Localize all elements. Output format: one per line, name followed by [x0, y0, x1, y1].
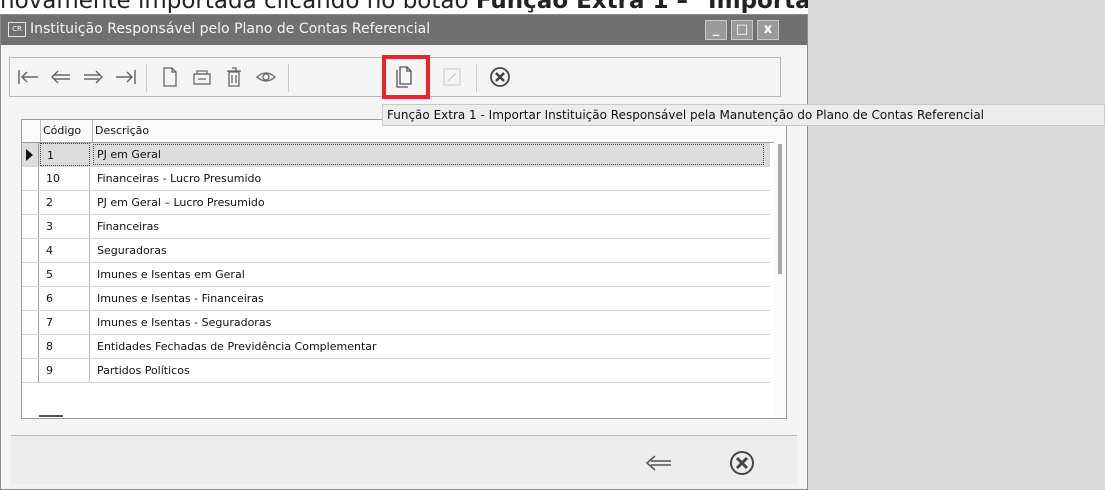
cell-descricao[interactable]: Seguradoras [92, 239, 167, 262]
background-area [808, 0, 1105, 490]
cell-descricao[interactable]: Imunes e Isentas - Financeiras [92, 287, 264, 310]
delete-button[interactable] [220, 64, 248, 90]
app-icon: CR [8, 22, 26, 37]
cell-codigo[interactable]: 7 [40, 311, 90, 334]
row-indicator[interactable] [22, 191, 39, 214]
cell-codigo[interactable]: 9 [40, 359, 90, 382]
table-row[interactable]: 9 Partidos Políticos [22, 359, 770, 383]
title-bar[interactable]: CR Instituição Responsável pelo Plano de… [1, 15, 807, 45]
bottom-bar [11, 435, 797, 484]
cell-descricao[interactable]: Entidades Fechadas de Previdência Comple… [92, 335, 377, 358]
table-row[interactable]: 1 PJ em Geral [22, 143, 770, 167]
minimize-button[interactable]: _ [705, 20, 727, 40]
dash-indicator [39, 415, 63, 417]
background-text-prefix: novamente importada clicando no botão [0, 0, 476, 14]
row-indicator[interactable] [22, 239, 39, 262]
previous-record-button[interactable] [46, 64, 74, 90]
background-document-text: novamente importada clicando no botão Fu… [0, 0, 812, 14]
records-grid[interactable]: Código Descrição 1 PJ em Geral 10 Financeir… [21, 119, 787, 419]
cell-descricao[interactable]: Financeiras - Lucro Presumido [92, 167, 261, 190]
background-text-bold: Função Extra 1 – "Importar Instit [475, 0, 812, 14]
row-indicator[interactable] [22, 311, 39, 334]
trash-icon [227, 67, 241, 87]
back-button[interactable] [641, 448, 675, 478]
tooltip: Função Extra 1 - Importar Instituição Re… [382, 104, 1105, 126]
table-row[interactable]: 10 Financeiras - Lucro Presumido [22, 167, 770, 191]
next-record-button[interactable] [80, 64, 108, 90]
eye-icon [256, 72, 276, 82]
row-indicator[interactable] [22, 143, 39, 166]
cell-codigo[interactable]: 6 [40, 287, 90, 310]
last-icon [116, 70, 136, 84]
cell-codigo[interactable]: 2 [40, 191, 90, 214]
maximize-button[interactable]: □ [731, 20, 753, 40]
last-record-button[interactable] [112, 64, 140, 90]
new-button[interactable] [156, 64, 184, 90]
first-icon [18, 70, 38, 84]
table-row[interactable]: 8 Entidades Fechadas de Previdência Compl… [22, 335, 770, 359]
arrow-left-icon [51, 70, 70, 84]
row-indicator[interactable] [22, 359, 39, 382]
toolbar [9, 55, 781, 99]
first-record-button[interactable] [14, 64, 42, 90]
cell-descricao[interactable]: Imunes e Isentas - Seguradoras [92, 311, 271, 334]
row-indicator[interactable] [22, 287, 39, 310]
close-window-button[interactable]: x [757, 20, 779, 40]
table-row[interactable]: 4 Seguradoras [22, 239, 770, 263]
arrow-right-icon [84, 70, 103, 84]
dialog-window: CR Instituição Responsável pelo Plano de… [0, 14, 808, 490]
cell-descricao[interactable]: PJ em Geral [92, 143, 765, 166]
cancel-icon [490, 67, 510, 87]
cell-descricao[interactable]: Imunes e Isentas em Geral [92, 263, 245, 286]
cell-codigo[interactable]: 10 [40, 167, 90, 190]
current-row-arrow-icon [26, 149, 33, 161]
highlight-box [382, 55, 430, 99]
cell-descricao[interactable]: Partidos Políticos [92, 359, 190, 382]
cell-descricao[interactable]: PJ em Geral – Lucro Presumido [92, 191, 265, 214]
cell-codigo[interactable]: 4 [40, 239, 90, 262]
view-button[interactable] [252, 64, 280, 90]
table-row[interactable]: 7 Imunes e Isentas - Seguradoras [22, 311, 770, 335]
edit-disabled-icon [443, 68, 461, 86]
table-row[interactable]: 3 Financeiras [22, 215, 770, 239]
row-indicator[interactable] [22, 263, 39, 286]
close-button[interactable] [725, 448, 759, 478]
cell-codigo[interactable]: 1 [40, 143, 90, 166]
row-indicator[interactable] [22, 167, 39, 190]
arrow-left-icon [645, 455, 671, 471]
cell-descricao[interactable]: Financeiras [92, 215, 159, 238]
window-title: Instituição Responsável pelo Plano de Co… [30, 21, 431, 37]
cell-codigo[interactable]: 5 [40, 263, 90, 286]
row-indicator[interactable] [22, 215, 39, 238]
cell-codigo[interactable]: 3 [40, 215, 90, 238]
cancel-icon [730, 451, 754, 475]
scrollbar-thumb[interactable] [778, 144, 782, 274]
toolbar-separator [288, 64, 289, 92]
cell-codigo[interactable]: 8 [40, 335, 90, 358]
toolbar-separator [476, 64, 477, 92]
table-row[interactable]: 2 PJ em Geral – Lucro Presumido [22, 191, 770, 215]
table-row[interactable]: 5 Imunes e Isentas em Geral [22, 263, 770, 287]
new-document-icon [163, 67, 177, 87]
table-row[interactable]: 6 Imunes e Isentas - Financeiras [22, 287, 770, 311]
extra-function-2-button [438, 64, 466, 90]
edit-icon [193, 70, 211, 85]
vertical-scrollbar[interactable] [774, 142, 786, 418]
toolbar-separator [146, 64, 147, 92]
edit-button[interactable] [188, 64, 216, 90]
column-header-codigo[interactable]: Código [40, 120, 93, 142]
cancel-button[interactable] [486, 64, 514, 90]
row-indicator[interactable] [22, 335, 39, 358]
